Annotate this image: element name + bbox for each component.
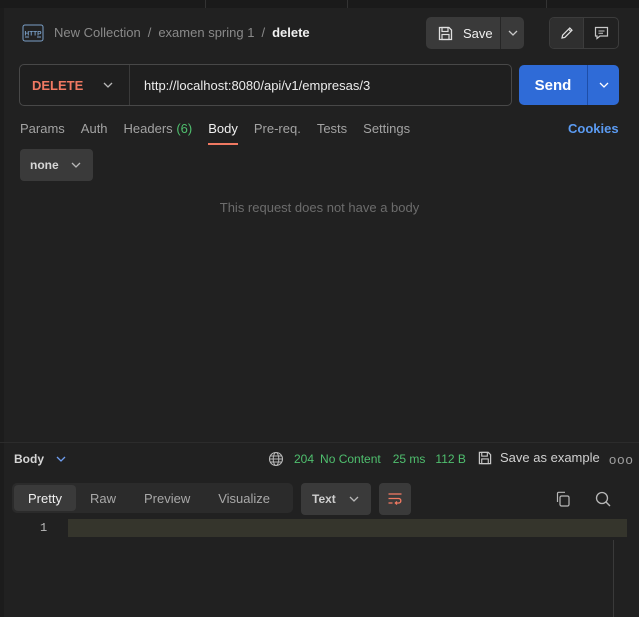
breadcrumb-separator: / bbox=[261, 25, 266, 40]
chevron-down-icon bbox=[103, 82, 113, 88]
status-text[interactable]: No Content bbox=[320, 452, 381, 466]
status-code[interactable]: 204 bbox=[294, 452, 314, 466]
response-time[interactable]: 25 ms bbox=[393, 452, 426, 466]
chevron-down-icon bbox=[71, 162, 81, 168]
search-icon[interactable] bbox=[593, 489, 613, 509]
comments-button[interactable] bbox=[584, 18, 618, 48]
top-strip bbox=[0, 0, 639, 8]
tab-body[interactable]: Body bbox=[208, 121, 238, 145]
send-button[interactable]: Send bbox=[519, 65, 587, 105]
send-button-group: Send bbox=[519, 65, 619, 105]
body-type-select[interactable]: none bbox=[20, 149, 93, 181]
http-badge-text: HTTP bbox=[25, 31, 43, 38]
url-bar: DELETE bbox=[19, 64, 512, 106]
wrap-icon bbox=[388, 493, 402, 505]
chevron-down-icon bbox=[599, 82, 608, 88]
wrap-lines-button[interactable] bbox=[379, 483, 411, 515]
send-options-button[interactable] bbox=[587, 65, 619, 105]
tab-divider bbox=[546, 0, 547, 8]
pane-divider[interactable] bbox=[0, 442, 639, 443]
body-type-label: none bbox=[30, 158, 59, 172]
save-options-button[interactable] bbox=[500, 17, 524, 49]
sidebar-edge bbox=[0, 8, 4, 617]
chevron-down-icon bbox=[56, 456, 66, 462]
response-editor[interactable]: 1 bbox=[12, 518, 627, 617]
right-actions bbox=[549, 17, 619, 49]
tab-tests[interactable]: Tests bbox=[317, 121, 347, 145]
globe-icon[interactable] bbox=[268, 451, 284, 467]
response-body-select[interactable]: Body bbox=[14, 452, 66, 466]
response-body-label: Body bbox=[14, 452, 44, 466]
view-tab-pretty[interactable]: Pretty bbox=[14, 485, 76, 511]
request-tabs: Params Auth Headers (6) Body Pre-req. Te… bbox=[20, 121, 426, 145]
empty-body-message: This request does not have a body bbox=[219, 200, 420, 215]
line-number: 1 bbox=[40, 521, 48, 535]
breadcrumb-separator: / bbox=[147, 25, 152, 40]
tab-auth[interactable]: Auth bbox=[81, 121, 108, 145]
headers-count-badge: (6) bbox=[176, 121, 193, 136]
response-size[interactable]: 112 B bbox=[435, 452, 465, 466]
tab-divider bbox=[347, 0, 348, 8]
tab-headers-label: Headers bbox=[123, 121, 173, 136]
view-tab-visualize[interactable]: Visualize bbox=[204, 485, 284, 511]
tab-divider bbox=[205, 0, 206, 8]
response-meta: 204 No Content 25 ms 112 B bbox=[268, 450, 466, 468]
save-icon bbox=[438, 26, 453, 40]
active-line bbox=[68, 519, 627, 537]
chevron-down-icon bbox=[349, 496, 359, 502]
editor-scrollbar[interactable] bbox=[613, 540, 614, 617]
copy-icon[interactable] bbox=[553, 489, 573, 509]
format-label: Text bbox=[312, 492, 336, 506]
chevron-down-icon bbox=[508, 30, 517, 36]
save-icon bbox=[478, 451, 492, 464]
save-button[interactable]: Save bbox=[426, 17, 500, 49]
response-format-select[interactable]: Text bbox=[301, 483, 371, 515]
response-view-tabs: Pretty Raw Preview Visualize bbox=[12, 483, 293, 513]
save-as-example-label: Save as example bbox=[500, 450, 600, 465]
breadcrumb-collection[interactable]: New Collection bbox=[54, 25, 141, 40]
breadcrumb: New Collection / examen spring 1 / delet… bbox=[54, 25, 310, 40]
url-input[interactable] bbox=[130, 65, 511, 105]
tab-settings[interactable]: Settings bbox=[363, 121, 410, 145]
save-button-label: Save bbox=[463, 25, 493, 41]
cookies-link[interactable]: Cookies bbox=[568, 121, 619, 136]
request-name[interactable]: delete bbox=[272, 25, 310, 40]
tab-prereq[interactable]: Pre-req. bbox=[254, 121, 301, 145]
view-tab-raw[interactable]: Raw bbox=[76, 485, 130, 511]
tab-params[interactable]: Params bbox=[20, 121, 65, 145]
comment-icon bbox=[594, 26, 608, 40]
save-as-example-button[interactable]: Save as example bbox=[478, 450, 600, 465]
http-request-icon: HTTP bbox=[22, 24, 44, 42]
method-label: DELETE bbox=[32, 77, 84, 93]
method-select[interactable]: DELETE bbox=[20, 65, 130, 105]
edit-button[interactable] bbox=[550, 18, 584, 48]
view-tab-preview[interactable]: Preview bbox=[130, 485, 204, 511]
pencil-icon bbox=[560, 27, 573, 39]
tab-headers[interactable]: Headers (6) bbox=[124, 121, 193, 145]
more-options-icon[interactable]: ooo bbox=[609, 452, 634, 467]
save-button-group: Save bbox=[426, 17, 524, 49]
breadcrumb-folder[interactable]: examen spring 1 bbox=[158, 25, 254, 40]
